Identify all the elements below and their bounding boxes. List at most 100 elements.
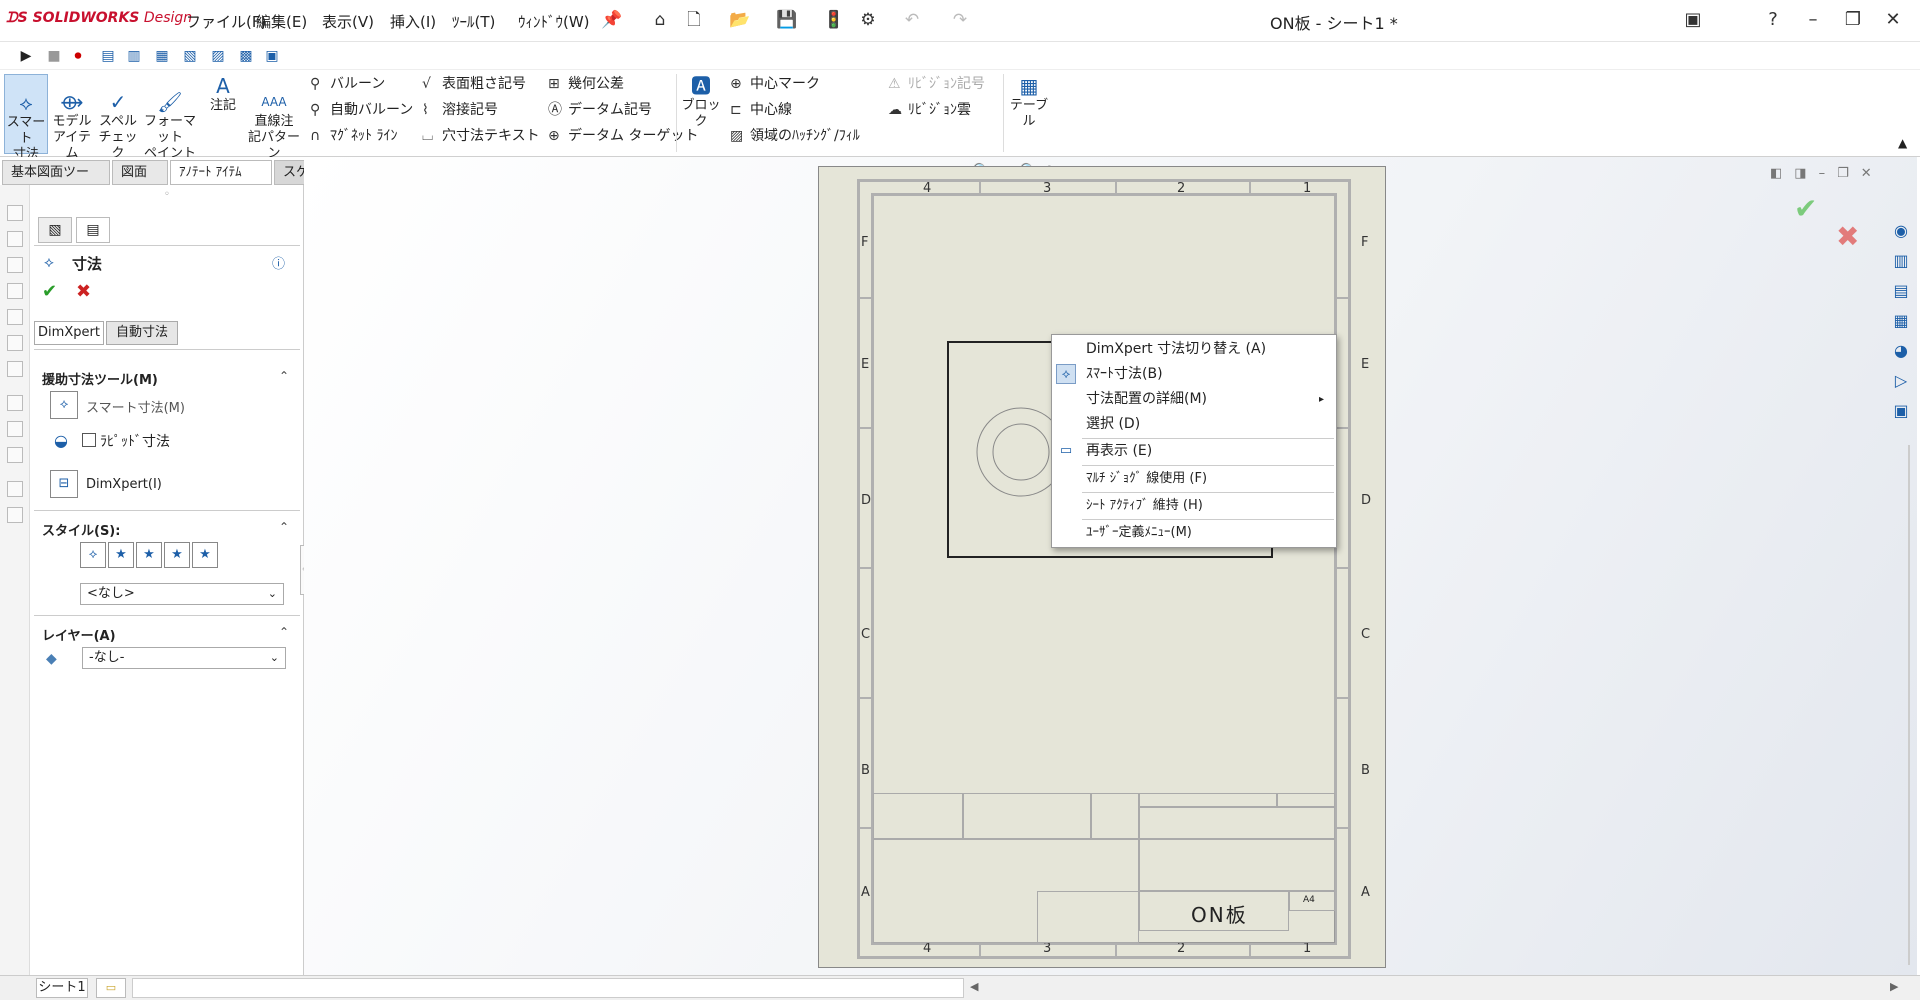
centerline-button[interactable]: ⊏ 中心線 [730,99,792,121]
options-gear-icon[interactable]: ⚙ [856,8,880,32]
auto-balloon-button[interactable]: ⚲ 自動バルーン [310,99,413,121]
save-style-icon[interactable]: ★ [164,542,190,568]
confirm-accept-icon[interactable]: ✔ [1794,192,1817,225]
view-icon[interactable] [7,361,23,377]
menu-file[interactable]: ファイル(F) [186,11,266,32]
solidworks-resources-icon[interactable]: ◉ [1888,218,1914,244]
context-item-multi-jog[interactable]: ﾏﾙﾁ ｼﾞｮｸﾞ 線使用 (F) [1052,466,1336,491]
revision-cloud-button[interactable]: ☁ ﾘﾋﾞｼﾞｮﾝ雲 [888,99,971,121]
menu-window[interactable]: ｳｨﾝﾄﾞｳ(W) [518,11,590,32]
menu-insert[interactable]: 挿入(I) [390,11,436,32]
minimize-button[interactable]: – [1796,6,1830,34]
restore-button[interactable]: ❐ [1836,6,1870,34]
rapid-dimension-checkbox[interactable] [82,433,96,447]
view-icon[interactable] [7,421,23,437]
doc-close-icon[interactable]: ✕ [1861,166,1884,181]
cancel-icon[interactable]: ✖ [76,281,91,302]
custom-properties-icon[interactable]: ▷ [1888,368,1914,394]
model-items-button[interactable]: ⟴ モデル アイテム [52,74,92,162]
solidworks-logo[interactable]: ᗪS SOLIDWORKS Design [6,10,192,26]
area-hatch-button[interactable]: ▨ 領域のﾊｯﾁﾝｸﾞ/ﾌｨﾙ [730,125,860,147]
macro-options-icon[interactable]: ▦ [152,46,172,66]
block-button[interactable]: 🅰 ブロック [680,74,722,130]
linear-note-pattern-button[interactable]: AAA 直線注 記パターン [246,74,302,162]
scroll-left-icon[interactable]: ◀ [970,980,978,993]
note-button[interactable]: A 注記 [206,74,240,114]
forum-icon[interactable]: ▣ [1888,398,1914,424]
collapse-icon[interactable]: ⌃ [279,625,289,639]
custom-command-icon[interactable]: ▧ [180,46,200,66]
context-item-select[interactable]: 選択 (D) [1052,412,1336,437]
collapse-icon[interactable]: ⌃ [279,369,289,383]
magnetic-line-button[interactable]: ∩ ﾏｸﾞﾈｯﾄ ﾗｲﾝ [310,125,397,147]
ok-icon[interactable]: ✔ [42,281,57,302]
doc-minimize-icon[interactable]: – [1819,166,1838,181]
revision-symbol-button[interactable]: ⚠ ﾘﾋﾞｼﾞｮﾝ記号 [888,73,985,95]
tab-basic-drawing-tools[interactable]: 基本図面ツール [2,160,110,203]
table-button[interactable]: ▦ テーブル [1006,74,1052,130]
tile-left-icon[interactable]: ◧ [1770,166,1794,181]
design-library-icon[interactable]: ▥ [1888,248,1914,274]
view-icon[interactable] [7,309,23,325]
spell-check-button[interactable]: ✓ スペル チェック [98,74,138,162]
stop-macro-icon[interactable]: ■ [44,46,64,66]
new-macro-icon[interactable]: ▤ [98,46,118,66]
view-icon[interactable] [7,507,23,523]
macro-tool-icon[interactable]: ▨ [208,46,228,66]
view-palette-icon[interactable]: ▦ [1888,308,1914,334]
add-style-icon[interactable]: ★ [108,542,134,568]
context-item-dimxpert-toggle[interactable]: DimXpert 寸法切り替え (A) [1052,337,1336,362]
weld-symbol-button[interactable]: ⌇ 溶接記号 [422,99,498,121]
layer-select[interactable]: -なし- ⌄ [82,647,286,669]
view-icon[interactable] [7,231,23,247]
assist-tools-header[interactable]: 援助寸法ツール(M) [42,369,158,388]
macro-tool3-icon[interactable]: ▣ [262,46,282,66]
menu-view[interactable]: 表示(V) [322,11,374,32]
collapse-ribbon-icon[interactable]: ▲ [1898,136,1907,150]
sheet-tab[interactable]: シート1 [36,978,88,998]
context-item-keep-sheet-active[interactable]: ｼｰﾄ ｱｸﾃｨﾌﾞ 維持 (H) [1052,493,1336,518]
context-item-dimension-placement[interactable]: 寸法配置の詳細(M) ▸ [1052,387,1336,412]
smart-dimension-button[interactable]: ⟡ スマート 寸法 [4,74,48,162]
tab-drawing[interactable]: 図面 [112,160,168,185]
collapse-icon[interactable]: ⌃ [279,520,289,534]
scroll-right-icon[interactable]: ▶ [1890,980,1898,993]
center-mark-button[interactable]: ⊕ 中心マーク [730,73,820,95]
property-manager-tab[interactable]: ▤ [76,217,110,243]
file-explorer-icon[interactable]: ▤ [1888,278,1914,304]
surface-finish-button[interactable]: √ 表面粗さ記号 [422,73,526,95]
style-select[interactable]: <なし> ⌄ [80,583,284,605]
format-painter-button[interactable]: 🖌 フォーマット ペイント [142,74,198,162]
geometric-tolerance-button[interactable]: ⊞ 幾何公差 [548,73,624,95]
edit-macro-icon[interactable]: ▥ [124,46,144,66]
smart-dimension-tool-icon[interactable]: ⟡ [50,391,78,419]
new-document-icon[interactable]: 🗋 [682,8,706,32]
layer-header[interactable]: レイヤー(A) [42,625,116,644]
record-macro-icon[interactable]: ⏺ [68,46,88,66]
context-item-redisplay[interactable]: ▭ 再表示 (E) [1052,439,1336,464]
delete-style-icon[interactable]: ★ [136,542,162,568]
help-icon[interactable]: ⓘ [272,253,285,272]
menu-edit[interactable]: 編集(E) [256,11,307,32]
tab-annotation[interactable]: ｱﾉﾃｰﾄ ｱｲﾃﾑ [170,160,272,185]
feature-manager-tab[interactable]: ▧ [38,217,72,243]
save-icon[interactable]: 💾 [775,8,799,32]
view-icon[interactable] [7,335,23,351]
add-sheet-icon[interactable]: ▭ [96,978,126,998]
view-icon[interactable] [7,257,23,273]
dimxpert-tool-icon[interactable]: ⊟ [50,470,78,498]
tab-dimxpert[interactable]: DimXpert [34,321,104,345]
view-icon[interactable] [7,283,23,299]
command-prompt-icon[interactable]: ▣ [1676,6,1710,34]
panel-grip[interactable]: ◦ [164,189,170,200]
datum-feature-button[interactable]: Ⓐ データム記号 [548,99,652,121]
close-button[interactable]: ✕ [1876,6,1910,34]
view-icon[interactable] [7,395,23,411]
help-icon[interactable]: ? [1756,6,1790,34]
load-style-icon[interactable]: ★ [192,542,218,568]
hole-callout-button[interactable]: ⌴ 穴寸法テキスト [422,125,540,147]
apply-style-icon[interactable]: ⟡ [80,542,106,568]
home-icon[interactable]: ⌂ [648,8,672,32]
pin-icon[interactable]: 📌 [600,8,624,32]
open-icon[interactable]: 📂 [728,8,752,32]
